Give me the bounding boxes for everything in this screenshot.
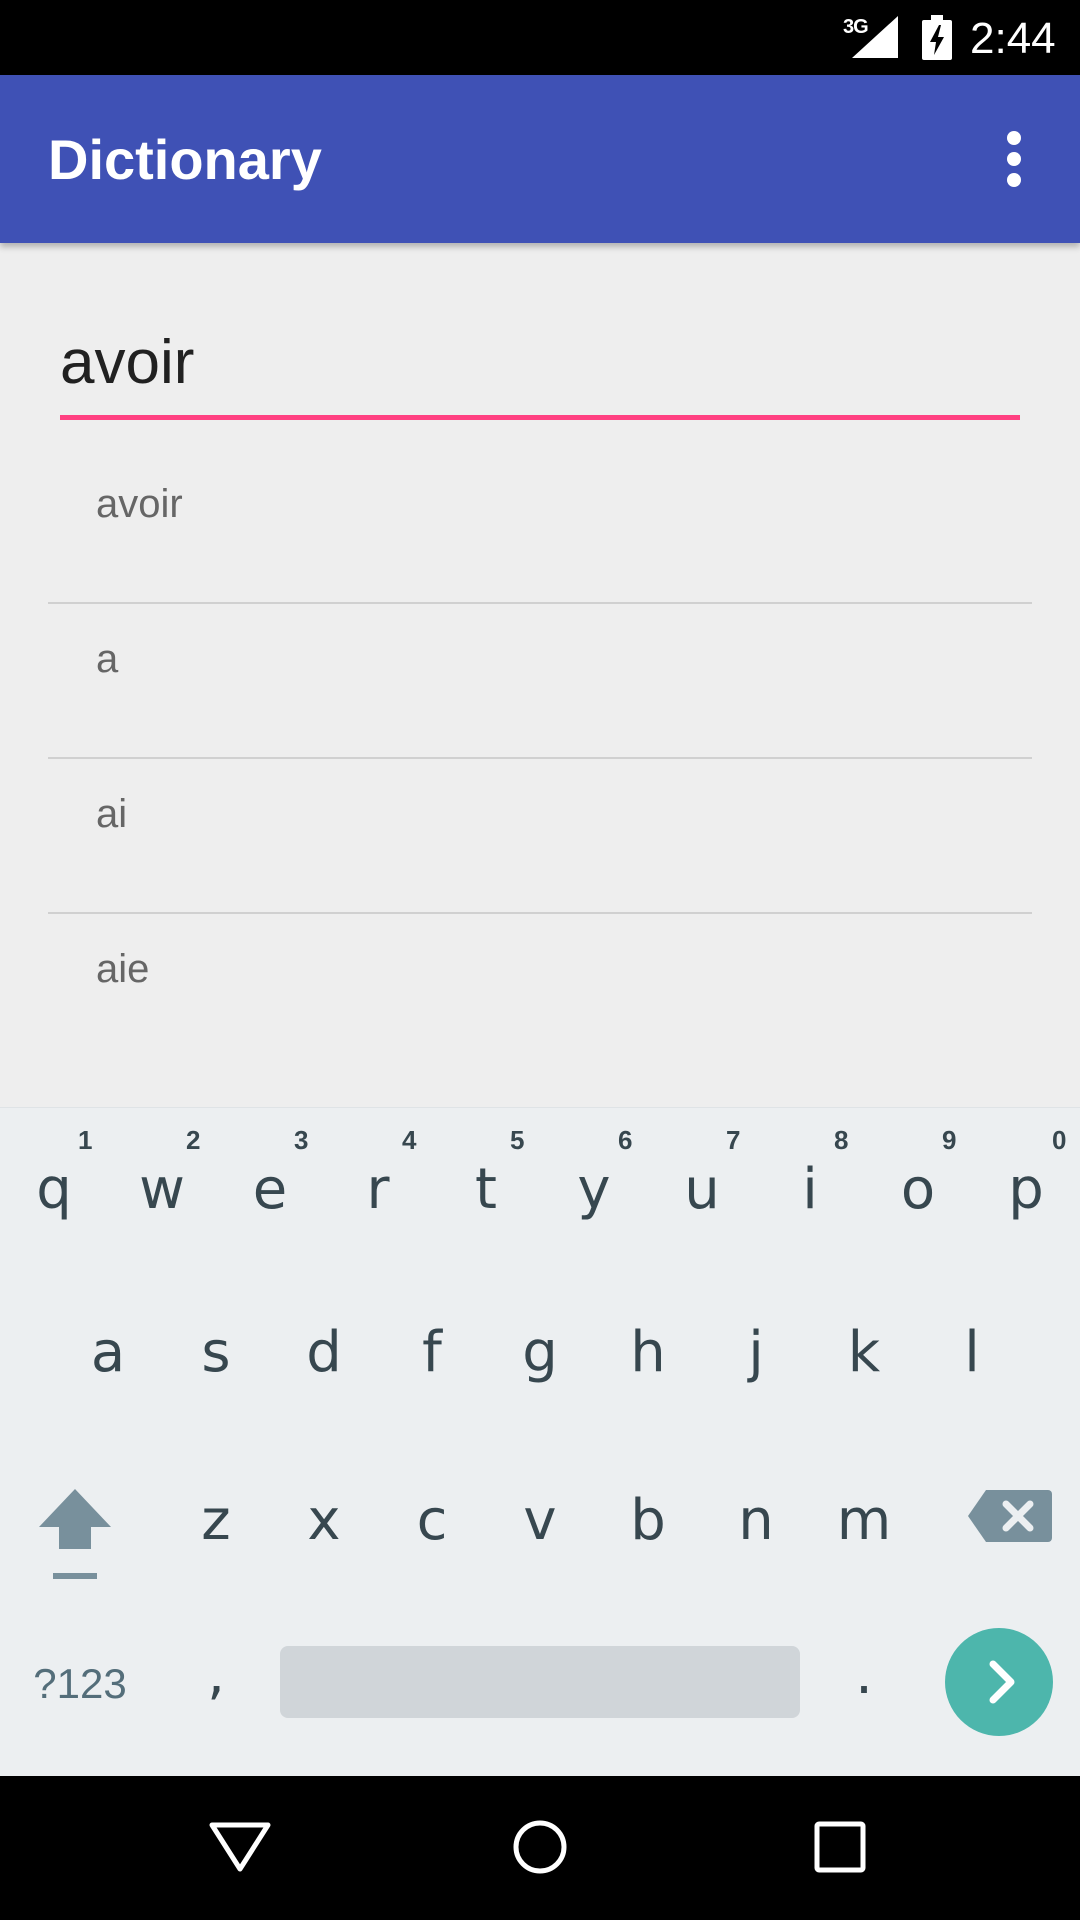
key-letter: n [738,1488,774,1553]
key-g[interactable]: g [486,1290,594,1440]
shift-key[interactable] [20,1460,130,1610]
suggestion-item[interactable]: aie [48,914,1032,1069]
suggestion-label: avoir [96,482,183,526]
key-letter: p [1008,1157,1044,1222]
key-letter: d [306,1320,342,1385]
suggestion-item[interactable]: avoir [48,449,1032,604]
symbols-key[interactable]: ?123 [20,1640,140,1730]
home-icon[interactable] [512,1819,568,1875]
key-letter: k [847,1320,881,1385]
recents-icon[interactable] [814,1821,866,1873]
search-underline [60,415,1020,420]
key-m[interactable]: m [810,1460,918,1610]
key-letter: , [207,1642,225,1707]
key-o[interactable]: 9 o [864,1125,972,1275]
key-n[interactable]: n [702,1460,810,1610]
suggestion-item[interactable]: ai [48,759,1032,914]
suggestion-item[interactable]: a [48,604,1032,759]
key-hint: 6 [618,1125,633,1155]
key-hint: 5 [510,1125,525,1155]
go-key[interactable] [945,1628,1053,1736]
key-y[interactable]: 6 y [540,1125,648,1275]
search-input[interactable] [60,321,1020,403]
key-w[interactable]: 2 w [108,1125,216,1275]
key-letter: a [90,1320,126,1385]
back-icon[interactable] [208,1821,272,1873]
key-letter: m [836,1488,892,1553]
app-title: Dictionary [48,128,322,191]
key-letter: u [684,1157,720,1222]
status-time: 2:44 [970,14,1056,63]
key-u[interactable]: 7 u [648,1125,756,1275]
key-letter: h [630,1320,666,1385]
key-hint: 1 [78,1125,93,1155]
key-letter: g [522,1320,558,1385]
suggestion-label: aie [96,947,150,991]
key-k[interactable]: k [810,1290,918,1440]
key-i[interactable]: 8 i [756,1125,864,1275]
key-a[interactable]: a [54,1290,162,1440]
key-letter: x [307,1488,341,1553]
key-hint: 0 [1052,1125,1067,1155]
key-letter: y [577,1157,611,1222]
key-z[interactable]: z [162,1460,270,1610]
key-letter: . [855,1642,873,1707]
suggestion-list: avoir a ai aie [48,449,1032,1069]
key-hint: 3 [294,1125,309,1155]
key-letter: s [201,1320,231,1385]
key-letter: c [416,1488,448,1553]
suggestion-label: ai [96,792,128,836]
key-letter: q [36,1157,72,1222]
key-q[interactable]: 1 q [0,1125,108,1275]
backspace-icon [968,1490,1052,1542]
key-j[interactable]: j [702,1290,810,1440]
backspace-key[interactable] [950,1460,1060,1610]
key-c[interactable]: c [378,1460,486,1610]
content-area: avoir a ai aie [0,243,1080,1107]
key-hint: 4 [402,1125,417,1155]
key-hint: 9 [942,1125,957,1155]
key-l[interactable]: l [918,1290,1026,1440]
symbols-label: ?123 [33,1660,127,1707]
key-r[interactable]: 4 r [324,1125,432,1275]
key-d[interactable]: d [270,1290,378,1440]
key-x[interactable]: x [270,1460,378,1610]
key-hint: 7 [726,1125,741,1155]
key-h[interactable]: h [594,1290,702,1440]
comma-key[interactable]: , [162,1630,270,1740]
key-f[interactable]: f [378,1290,486,1440]
period-key[interactable]: . [810,1630,918,1740]
key-letter: w [139,1157,185,1222]
key-letter: t [475,1157,497,1222]
key-hint: 2 [186,1125,201,1155]
battery-charging-icon [922,15,952,60]
key-letter: e [252,1157,288,1222]
overflow-menu-icon[interactable] [990,129,1038,189]
shift-icon [39,1489,111,1579]
key-p[interactable]: 0 p [972,1125,1080,1275]
key-letter: z [201,1488,231,1553]
key-e[interactable]: 3 e [216,1125,324,1275]
key-letter: j [748,1320,764,1385]
key-letter: l [964,1320,980,1385]
signal-icon [852,16,898,58]
suggestion-label: a [96,637,119,681]
key-s[interactable]: s [162,1290,270,1440]
key-letter: r [366,1157,390,1222]
key-b[interactable]: b [594,1460,702,1610]
chevron-right-icon [989,1660,1015,1704]
key-hint: 8 [834,1125,849,1155]
navigation-bar [0,1776,1080,1920]
app-bar: Dictionary [0,75,1080,243]
key-v[interactable]: v [486,1460,594,1610]
key-t[interactable]: 5 t [432,1125,540,1275]
key-letter: o [900,1157,936,1222]
key-letter: b [630,1488,666,1553]
key-letter: f [422,1320,442,1385]
space-key[interactable] [280,1646,800,1718]
status-bar: 3G 2:44 [0,0,1080,75]
key-letter: v [523,1488,557,1553]
key-letter: i [802,1157,818,1222]
